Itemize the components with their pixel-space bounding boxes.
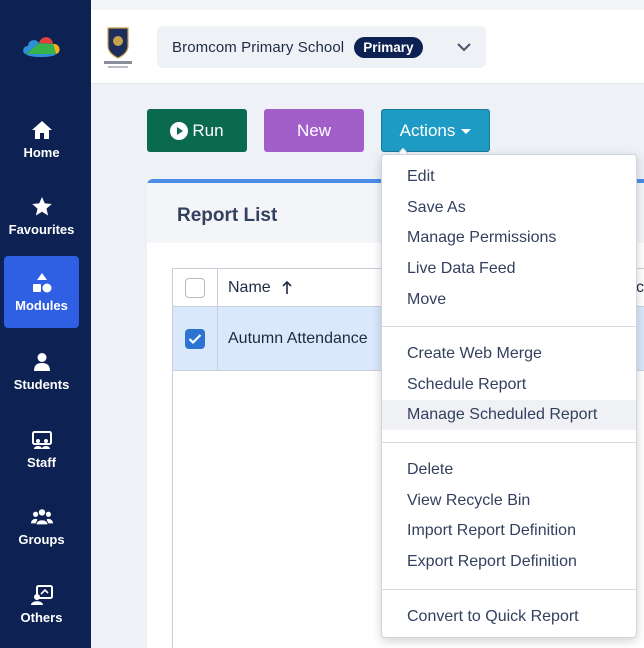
- menu-item-delete[interactable]: Delete: [382, 455, 636, 485]
- nav-label: Home: [23, 144, 60, 160]
- nav-others[interactable]: Others: [4, 568, 79, 640]
- staff-icon: [31, 429, 53, 451]
- nav-staff[interactable]: Staff: [4, 413, 79, 485]
- modules-icon: [31, 272, 53, 294]
- run-label: Run: [192, 120, 224, 140]
- top-strip: [91, 0, 644, 10]
- menu-item-view-recycle-bin[interactable]: View Recycle Bin: [382, 486, 636, 516]
- nav-label: Favourites: [8, 221, 75, 237]
- menu-item-manage-permissions[interactable]: Manage Permissions: [382, 223, 636, 253]
- nav-label: Groups: [18, 531, 65, 547]
- menu-item-manage-scheduled-report[interactable]: Manage Scheduled Report: [382, 400, 636, 430]
- groups-icon: [30, 506, 53, 528]
- school-name: Bromcom Primary School: [172, 38, 345, 56]
- row-checkbox[interactable]: [185, 328, 205, 349]
- nav-home[interactable]: Home: [4, 103, 79, 175]
- select-all-cell: [173, 269, 218, 306]
- nav-label: Modules: [15, 297, 68, 313]
- report-name-cell: Autumn Attendance: [228, 329, 368, 347]
- student-icon: [31, 351, 53, 373]
- menu-divider: [382, 442, 636, 443]
- new-label: New: [296, 120, 331, 140]
- menu-item-edit[interactable]: Edit: [382, 162, 636, 192]
- new-button[interactable]: New: [264, 109, 364, 152]
- star-icon: [31, 196, 53, 218]
- nav-students[interactable]: Students: [4, 335, 79, 407]
- others-icon: [30, 584, 53, 606]
- run-button[interactable]: Run: [147, 109, 247, 152]
- column-header-label: Name: [228, 278, 271, 296]
- chevron-down-icon: [457, 43, 471, 52]
- menu-item-import-report-definition[interactable]: Import Report Definition: [382, 516, 636, 546]
- nav-label: Others: [20, 609, 63, 625]
- menu-item-convert-to-quick-report[interactable]: Convert to Quick Report: [382, 602, 636, 632]
- column-header-cut[interactable]: c: [636, 279, 644, 297]
- menu-item-live-data-feed[interactable]: Live Data Feed: [382, 254, 636, 284]
- nav-groups[interactable]: Groups: [4, 490, 79, 562]
- column-header-name[interactable]: Name: [218, 279, 293, 297]
- nav-label: Staff: [27, 454, 56, 470]
- actions-button[interactable]: Actions: [381, 109, 490, 152]
- nav-label: Students: [13, 376, 70, 392]
- school-selector[interactable]: Bromcom Primary School Primary: [157, 26, 486, 68]
- sort-ascending-icon[interactable]: [281, 280, 293, 295]
- menu-item-save-as[interactable]: Save As: [382, 193, 636, 223]
- home-icon: [31, 119, 53, 141]
- select-all-checkbox[interactable]: [185, 277, 205, 298]
- caret-down-icon: [461, 129, 472, 134]
- school-type-badge: Primary: [354, 36, 423, 58]
- menu-item-schedule-report[interactable]: Schedule Report: [382, 370, 636, 400]
- nav-modules[interactable]: Modules: [4, 256, 79, 328]
- menu-item-move[interactable]: Move: [382, 285, 636, 315]
- menu-item-create-web-merge[interactable]: Create Web Merge: [382, 339, 636, 369]
- checkmark-icon: [188, 333, 202, 344]
- school-crest-icon: [104, 27, 132, 68]
- play-icon: [170, 121, 189, 140]
- actions-label: Actions: [399, 120, 456, 140]
- menu-item-export-report-definition[interactable]: Export Report Definition: [382, 547, 636, 577]
- row-select-cell: [173, 307, 218, 370]
- menu-divider: [382, 589, 636, 590]
- app-logo-icon[interactable]: [22, 32, 62, 60]
- nav-favourites[interactable]: Favourites: [4, 180, 79, 252]
- actions-dropdown-menu: Edit Save As Manage Permissions Live Dat…: [381, 154, 637, 638]
- menu-divider: [382, 326, 636, 327]
- sidebar: Home Favourites Modules Students Staff G…: [0, 0, 91, 648]
